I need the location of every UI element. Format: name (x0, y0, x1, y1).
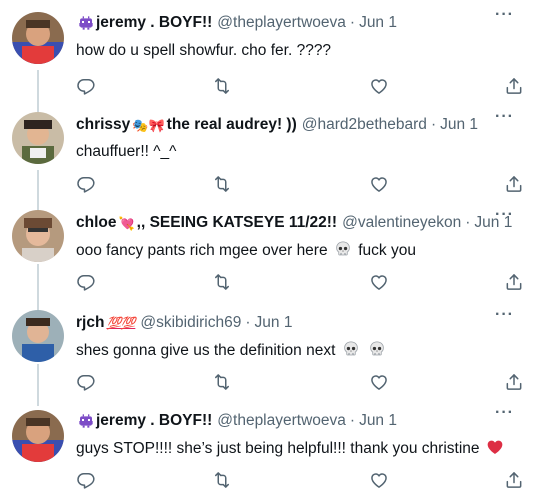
tweet[interactable]: jeremy . BOYF!! @theplayertwoeva · Jun 1… (0, 0, 540, 104)
user-handle[interactable]: @valentineyekon (342, 214, 461, 232)
tweet-text: ooo fancy pants rich mgee over here fuck… (76, 240, 526, 261)
tweet-text: guys STOP!!!! she’s just being helpful!!… (76, 438, 526, 459)
display-name[interactable]: rjch (76, 314, 104, 332)
more-options-icon[interactable]: ··· (495, 405, 514, 421)
tweet[interactable]: chloe 💘 ,, SEEING KATSEYE 11/22!! @valen… (0, 204, 540, 304)
share-icon[interactable] (504, 174, 524, 194)
separator: · (349, 412, 356, 429)
retweet-icon[interactable] (212, 470, 232, 490)
share-icon[interactable] (504, 76, 524, 96)
alien-emoji-icon (78, 15, 94, 31)
like-icon[interactable] (369, 470, 389, 490)
alien-emoji-icon (78, 413, 94, 429)
separator: · (465, 214, 471, 231)
avatar[interactable] (12, 12, 64, 64)
user-handle[interactable]: @skibidirich69 (140, 314, 241, 332)
tweet-text-part: ooo fancy pants rich mgee over here (76, 242, 328, 259)
tweet[interactable]: rjch 💯💯 @skibidirich69 · Jun 1 ··· shes … (0, 304, 540, 404)
more-options-icon[interactable]: ··· (495, 207, 514, 223)
like-icon[interactable] (369, 272, 389, 292)
tweet-date[interactable]: Jun 1 (440, 116, 478, 134)
user-handle[interactable]: @theplayertwoeva (217, 14, 346, 32)
display-name[interactable]: jeremy . BOYF!! (96, 412, 212, 430)
retweet-icon[interactable] (212, 174, 232, 194)
skull-emoji-icon (334, 240, 352, 258)
theater-ribbon-emoji-icon: 🎭🎀 (132, 117, 165, 133)
like-icon[interactable] (369, 174, 389, 194)
tweet-text: chauffuer!! ^_^ (76, 143, 177, 160)
hundred-points-emoji-icon: 💯💯 (106, 316, 136, 330)
tweet-text: shes gonna give us the definition next (76, 340, 526, 361)
reply-icon[interactable] (76, 470, 96, 490)
avatar[interactable] (12, 410, 64, 462)
share-icon[interactable] (504, 372, 524, 392)
tweet-date[interactable]: Jun 1 (255, 314, 293, 332)
more-options-icon[interactable]: ··· (495, 307, 514, 323)
display-name-suffix[interactable]: ,, SEEING KATSEYE 11/22!! (137, 214, 337, 232)
more-options-icon[interactable]: ··· (495, 7, 514, 23)
retweet-icon[interactable] (212, 76, 232, 96)
tweet-date[interactable]: Jun 1 (359, 14, 397, 32)
heart-arrow-emoji-icon: 💘 (118, 215, 135, 231)
share-icon[interactable] (504, 470, 524, 490)
skull-emoji-icon (342, 340, 360, 358)
red-heart-emoji-icon (486, 438, 504, 456)
skull-emoji-icon (368, 340, 386, 358)
avatar[interactable] (12, 112, 64, 164)
display-name[interactable]: jeremy . BOYF!! (96, 14, 212, 32)
tweet[interactable]: chrissy 🎭🎀 the real audrey! )) @hard2bet… (0, 104, 540, 204)
avatar[interactable] (12, 210, 64, 262)
share-icon[interactable] (504, 272, 524, 292)
reply-icon[interactable] (76, 174, 96, 194)
separator: · (245, 314, 251, 331)
tweet-date[interactable]: Jun 1 (359, 412, 397, 430)
tweet-text: how do u spell showfur. cho fer. ???? (76, 42, 332, 59)
reply-icon[interactable] (76, 372, 96, 392)
user-handle[interactable]: @theplayertwoeva (217, 412, 346, 430)
tweet-text-part: guys STOP!!!! she’s just being helpful!!… (76, 440, 480, 457)
tweet[interactable]: jeremy . BOYF!! @theplayertwoeva · Jun 1… (0, 404, 540, 502)
tweet-text-part: shes gonna give us the definition next (76, 342, 336, 359)
retweet-icon[interactable] (212, 372, 232, 392)
user-handle[interactable]: @hard2bethebard (302, 116, 427, 134)
reply-icon[interactable] (76, 272, 96, 292)
display-name[interactable]: chrissy (76, 116, 130, 134)
separator: · (430, 116, 437, 133)
reply-icon[interactable] (76, 76, 96, 96)
display-name-suffix[interactable]: the real audrey! )) (167, 116, 297, 134)
avatar[interactable] (12, 310, 64, 362)
like-icon[interactable] (369, 76, 389, 96)
like-icon[interactable] (369, 372, 389, 392)
more-options-icon[interactable]: ··· (495, 109, 514, 125)
display-name[interactable]: chloe (76, 214, 116, 232)
tweet-text-part: fuck you (358, 242, 416, 259)
retweet-icon[interactable] (212, 272, 232, 292)
separator: · (349, 14, 356, 31)
